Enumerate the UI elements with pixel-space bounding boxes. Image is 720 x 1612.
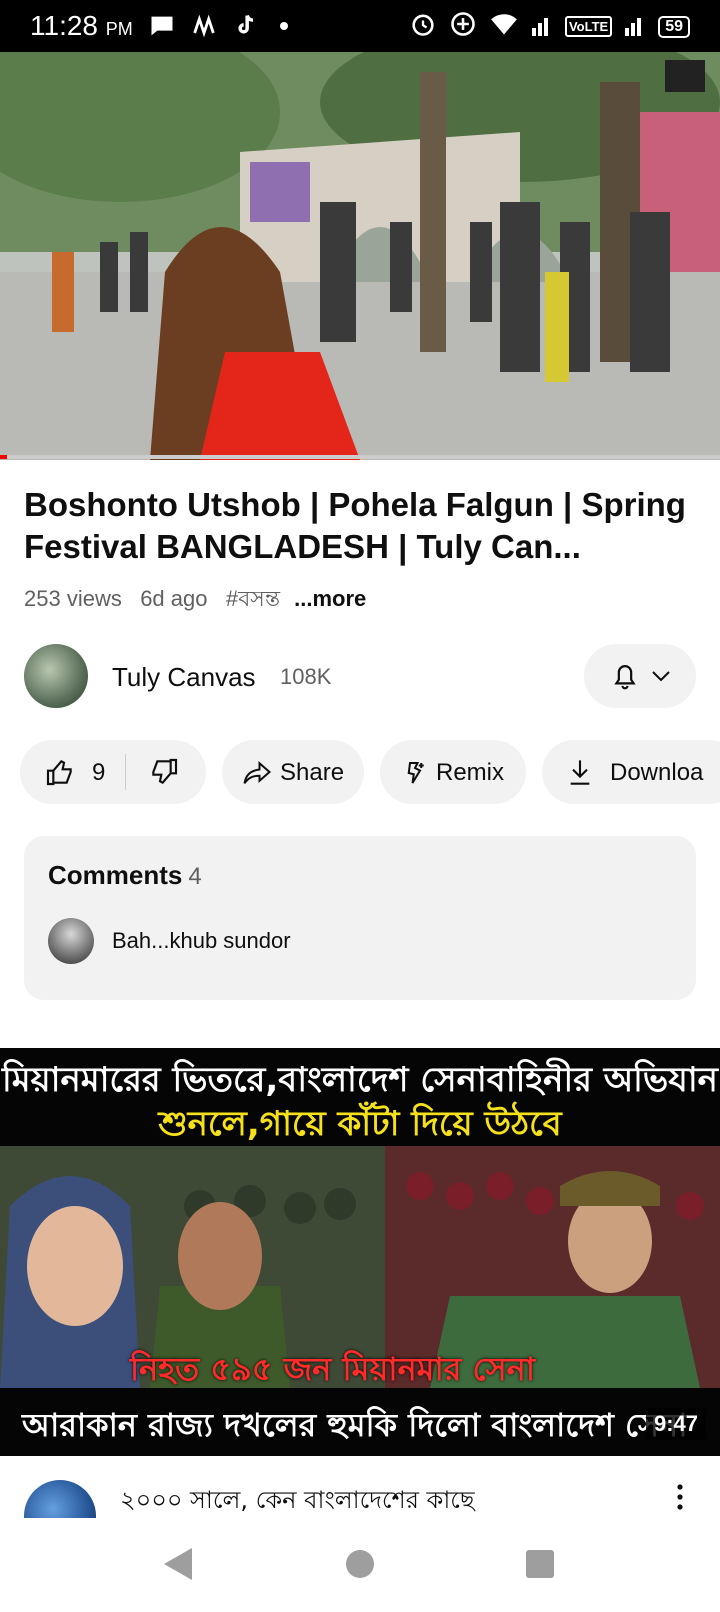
video-duration-badge: 9:47 [645,1408,706,1440]
channel-name[interactable]: Tuly Canvas [112,662,256,693]
next-video-row[interactable]: ২০০০ সালে, কেন বাংলাদেশের কাছে [0,1456,720,1518]
download-icon [566,756,594,795]
channel-row[interactable]: Tuly Canvas 108K [24,644,696,708]
hashtag[interactable]: #বসন্ত [226,586,280,611]
pill-divider [125,754,126,790]
remix-button[interactable]: Remix [380,740,526,804]
more-link[interactable]: ...more [294,586,366,611]
channel-avatar[interactable] [24,644,88,708]
system-nav-bar [0,1518,720,1612]
signal-icon [531,10,553,43]
thumbs-down-icon [152,758,178,784]
video-title[interactable]: Boshonto Utshob | Pohela Falgun | Spring… [24,484,704,568]
bell-icon [610,660,640,697]
status-bar: 11:28 PM VoLTE 59 [0,0,720,52]
more-options-icon[interactable] [670,1482,690,1512]
chevron-down-icon [650,666,672,691]
video-frame [0,52,720,460]
home-icon[interactable] [344,1548,376,1585]
chat-bubble-icon [148,12,176,45]
like-count: 9 [92,759,106,786]
view-count: 253 views [24,586,122,611]
volte-badge: VoLTE [564,16,613,37]
video-meta[interactable]: 253 views 6d ago #বসন্ত ...more [24,582,366,619]
like-dislike-group: 9 [20,740,206,804]
next-channel-avatar[interactable] [24,1480,96,1518]
comments-header: Comments 4 [48,860,202,890]
recents-icon[interactable] [524,1548,556,1585]
remix-label: Remix [436,759,505,786]
video-progress-bar[interactable] [0,455,720,459]
progress-fill [0,455,8,459]
status-time: 11:28 PM [30,10,133,41]
alarm-icon [409,10,437,43]
remix-icon [400,758,430,795]
signal-icon-2 [624,10,646,43]
share-button[interactable]: Share [222,740,364,804]
battery-indicator: 59 [658,15,690,38]
share-icon [242,758,272,793]
tiktok-icon [232,12,260,45]
wifi-icon [489,10,519,43]
thumbnail-banner-text: আরাকান রাজ্য দখলের হুমকি দিলো বাংলাদেশ স… [22,1406,688,1444]
commenter-avatar [48,918,94,964]
upload-age: 6d ago [140,586,208,611]
system-icons: VoLTE 59 [409,10,690,43]
subscriber-count: 108K [280,664,332,689]
like-button[interactable] [44,756,76,795]
recommended-video-thumbnail[interactable]: মিয়ানমারের ভিতরে,বাংলাদেশ সেনাবাহিনীর অ… [0,1048,720,1456]
comments-card[interactable]: Comments 4 Bah...khub sundor [24,836,696,1000]
download-button[interactable]: Downloa [542,740,720,804]
top-comment-text: Bah...khub sundor [112,928,291,953]
comments-count: 4 [188,863,202,890]
thumbs-up-icon [46,760,72,786]
back-icon[interactable] [160,1544,196,1589]
video-player[interactable] [0,52,720,460]
notification-icons [148,12,294,45]
wifi-calling-icon [190,12,218,45]
data-saver-icon [449,10,477,43]
next-video-title[interactable]: ২০০০ সালে, কেন বাংলাদেশের কাছে [120,1482,474,1518]
more-notifications-dot-icon [274,12,294,45]
notification-bell-button[interactable] [584,644,696,708]
download-label: Downloa [610,759,704,786]
share-label: Share [280,759,345,786]
action-bar: 9 Share Remix Downloa [20,740,720,804]
dislike-button[interactable] [148,756,180,795]
